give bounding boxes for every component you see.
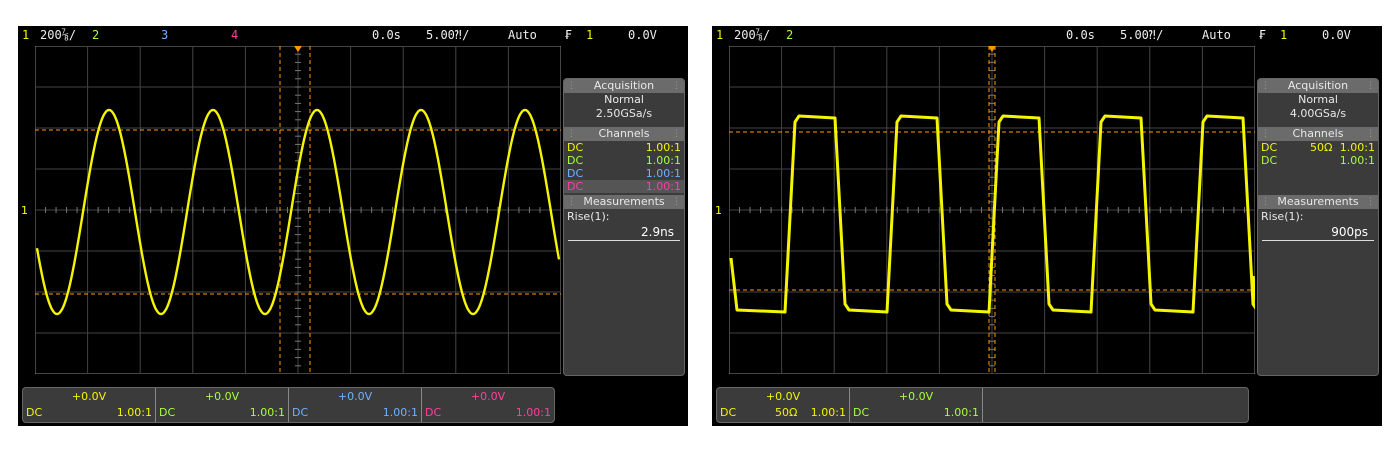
trigger-level[interactable]: 0.0V	[628, 28, 657, 42]
sample-rate: 4.00GSa/s	[1289, 107, 1347, 120]
ch1-ground-marker[interactable]: 1	[21, 204, 28, 217]
ch1-scale[interactable]: 200⅞/	[734, 28, 770, 42]
oscilloscope-screen-left: 1 200⅞/ 2 3 4 0.0s 5.00⁈/ Auto ₣ 1 0.0V …	[18, 26, 688, 426]
acquisition-mode: Normal	[604, 93, 644, 106]
oscilloscope-screen-right: 1 200⅞/ 2 0.0s 5.00⁈/ Auto ₣ 1 0.0V 1 ⋮ A…	[712, 26, 1382, 426]
time-scale[interactable]: 5.00⁈/	[426, 28, 469, 42]
side-panel: ⋮ Acquisition ⋮ Normal 4.00GSa/s ⋮ Channels…	[1257, 78, 1379, 376]
ch1-number[interactable]: 1	[22, 28, 29, 42]
ch1-number[interactable]: 1	[716, 28, 723, 42]
ch1-scale[interactable]: 200⅞/	[40, 28, 76, 42]
measurements-header[interactable]: ⋮ Measurements ⋮	[1258, 195, 1378, 209]
waveform-display[interactable]	[729, 46, 1255, 374]
channel-row-1[interactable]: DC 50Ω 1.00:1	[1258, 141, 1378, 154]
measurement-name: Rise(1):	[1261, 210, 1304, 223]
bottom-ch2[interactable]: +0.0V DC 1.00:1	[156, 388, 289, 422]
channel-row-4[interactable]: DC 1.00:1	[564, 180, 684, 193]
bottom-ch3[interactable]: +0.0V DC 1.00:1	[289, 388, 422, 422]
acquisition-header[interactable]: ⋮ Acquisition ⋮	[564, 79, 684, 93]
channel-row-1[interactable]: DC 1.00:1	[564, 141, 684, 154]
channel-row-3[interactable]: DC 1.00:1	[564, 167, 684, 180]
trigger-mode[interactable]: Auto	[1202, 28, 1231, 42]
ch2-number[interactable]: 2	[92, 28, 99, 42]
waveform-display[interactable]	[35, 46, 561, 374]
measurement-value: 2.9ns	[568, 224, 680, 241]
time-position[interactable]: 0.0s	[372, 28, 401, 42]
time-scale[interactable]: 5.00⁈/	[1120, 28, 1163, 42]
time-position[interactable]: 0.0s	[1066, 28, 1095, 42]
ch3-number[interactable]: 3	[161, 28, 168, 42]
channels-header[interactable]: ⋮ Channels ⋮	[564, 127, 684, 141]
bottom-ch4[interactable]: +0.0V DC 1.00:1	[422, 388, 554, 422]
status-bar: 1 200⅞/ 2 0.0s 5.00⁈/ Auto ₣ 1 0.0V	[712, 26, 1382, 44]
bottom-ch2[interactable]: +0.0V DC 1.00:1	[850, 388, 983, 422]
channel-row-2[interactable]: DC 1.00:1	[1258, 154, 1378, 167]
measurement-name: Rise(1):	[567, 210, 610, 223]
ch2-number[interactable]: 2	[786, 28, 793, 42]
bottom-ch1[interactable]: +0.0V DC 50Ω 1.00:1	[717, 388, 850, 422]
side-panel: ⋮ Acquisition ⋮ Normal 2.50GSa/s ⋮ Channels…	[563, 78, 685, 376]
channel-info-bar: +0.0V DC 1.00:1 +0.0V DC 1.00:1 +0.0V DC…	[22, 387, 555, 423]
trigger-channel[interactable]: 1	[1280, 28, 1287, 42]
measurements-header[interactable]: ⋮ Measurements ⋮	[564, 195, 684, 209]
acquisition-mode: Normal	[1298, 93, 1338, 106]
status-bar: 1 200⅞/ 2 3 4 0.0s 5.00⁈/ Auto ₣ 1 0.0V	[18, 26, 688, 44]
ch1-ground-marker[interactable]: 1	[715, 204, 722, 217]
channel-info-bar: +0.0V DC 50Ω 1.00:1 +0.0V DC 1.00:1	[716, 387, 1249, 423]
channel-row-2[interactable]: DC 1.00:1	[564, 154, 684, 167]
bottom-ch1[interactable]: +0.0V DC 1.00:1	[23, 388, 156, 422]
trigger-mode[interactable]: Auto	[508, 28, 537, 42]
measurement-value: 900ps	[1262, 224, 1374, 241]
trigger-channel[interactable]: 1	[586, 28, 593, 42]
channels-header[interactable]: ⋮ Channels ⋮	[1258, 127, 1378, 141]
sample-rate: 2.50GSa/s	[595, 107, 653, 120]
trigger-edge-icon[interactable]: ₣	[565, 28, 572, 42]
ch4-number[interactable]: 4	[231, 28, 238, 42]
trigger-edge-icon[interactable]: ₣	[1259, 28, 1266, 42]
acquisition-header[interactable]: ⋮ Acquisition ⋮	[1258, 79, 1378, 93]
trigger-level[interactable]: 0.0V	[1322, 28, 1351, 42]
